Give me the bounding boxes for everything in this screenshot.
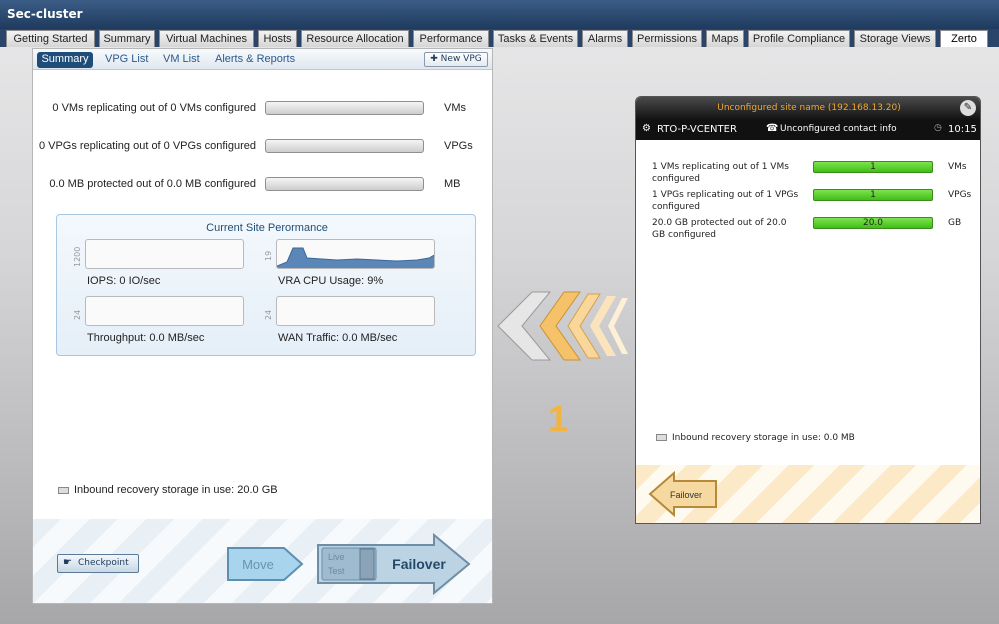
vpgs-status-text: 0 VPGs replicating out of 0 VPGs configu… [38, 140, 256, 152]
vms-unit: VMs [444, 102, 466, 114]
checkpoint-label: Checkpoint [78, 558, 129, 568]
subtab-vm-list[interactable]: VM List [163, 52, 200, 68]
iops-label: IOPS: 0 IO/sec [87, 275, 161, 287]
local-site-panel: Summary VPG List VM List Alerts & Report… [32, 48, 493, 604]
tab-tasks-events[interactable]: Tasks & Events [493, 30, 578, 47]
wrench-icon[interactable]: ✎ [960, 100, 976, 116]
remote-vms-progress-bar: 1 [813, 161, 933, 173]
remote-storage-status: Inbound recovery storage in use: 0.0 MB [656, 433, 855, 443]
tab-profile-compliance[interactable]: Profile Compliance [748, 30, 850, 47]
main-tab-strip: Getting Started Summary Virtual Machines… [0, 29, 999, 47]
tab-hosts[interactable]: Hosts [258, 30, 297, 47]
remote-gb-progress-bar: 20.0 [813, 217, 933, 229]
remote-failover-button[interactable]: Failover [648, 471, 718, 517]
failover-label: Failover [392, 556, 446, 572]
remote-vpgs-text: 1 VPGs replicating out of 1 VPGs configu… [652, 190, 799, 212]
mb-unit: MB [444, 178, 461, 190]
window-title: Sec-cluster [0, 0, 999, 29]
wan-axis-label: 24 [264, 309, 273, 320]
tab-alarms[interactable]: Alarms [582, 30, 628, 47]
checkpoint-icon: ☛ [63, 557, 72, 568]
plus-icon: ✚ [430, 54, 438, 64]
zerto-subtabs: Summary VPG List VM List Alerts & Report… [33, 49, 492, 70]
cpu-usage-label: VRA CPU Usage: 9% [278, 275, 384, 287]
vpgs-unit: VPGs [444, 140, 473, 152]
vpgs-status-row: 0 VPGs replicating out of 0 VPGs configu… [33, 139, 492, 155]
remote-gb-text: 20.0 GB protected out of 20.0 GB configu… [652, 218, 787, 240]
subtab-vpg-list[interactable]: VPG List [105, 52, 148, 68]
mb-progress-bar [265, 177, 424, 191]
mb-status-row: 0.0 MB protected out of 0.0 MB configure… [33, 177, 492, 193]
cpu-axis-label: 19 [264, 250, 273, 261]
live-option[interactable]: Live [328, 552, 345, 562]
subtab-alerts-reports[interactable]: Alerts & Reports [215, 52, 295, 68]
remote-gb-unit: GB [948, 218, 962, 228]
remote-vpgs-unit: VPGs [948, 190, 972, 200]
remote-site-header: Unconfigured site name (192.168.13.20) ✎ [636, 97, 980, 120]
mb-status-text: 0.0 MB protected out of 0.0 MB configure… [49, 178, 256, 190]
remote-site-info-bar: ⚙ RTO-P-VCENTER ☎ Unconfigured contact i… [636, 120, 980, 140]
throughput-label: Throughput: 0.0 MB/sec [87, 332, 205, 344]
clock-icon: ◷ [934, 123, 942, 133]
tab-permissions[interactable]: Permissions [632, 30, 702, 47]
tab-storage-views[interactable]: Storage Views [854, 30, 936, 47]
vms-status-row: 0 VMs replicating out of 0 VMs configure… [33, 101, 492, 117]
direction-vpg-count: 1 [548, 398, 569, 439]
site-performance-box: Current Site Perormance 1200 IOPS: 0 IO/… [56, 214, 476, 356]
move-label: Move [242, 557, 274, 572]
storage-legend-swatch [58, 486, 69, 494]
tab-performance[interactable]: Performance [413, 30, 489, 47]
remote-storage-legend-swatch [656, 434, 667, 441]
remote-failover-label: Failover [670, 490, 702, 500]
remote-storage-text: Inbound recovery storage in use: 0.0 MB [672, 433, 855, 443]
vpgs-progress-bar [265, 139, 424, 153]
tab-getting-started[interactable]: Getting Started [6, 30, 95, 47]
local-storage-text: Inbound recovery storage in use: 20.0 GB [74, 484, 278, 496]
throughput-axis-label: 24 [73, 309, 82, 320]
failover-button[interactable]: Live Test Failover [316, 533, 471, 595]
test-option[interactable]: Test [328, 566, 345, 576]
remote-contact-info: Unconfigured contact info [780, 124, 897, 134]
wan-traffic-label: WAN Traffic: 0.0 MB/sec [278, 332, 398, 344]
new-vpg-button[interactable]: ✚ New VPG [424, 52, 488, 67]
remote-vms-unit: VMs [948, 162, 967, 172]
remote-time: 10:15 [948, 124, 977, 135]
vms-status-text: 0 VMs replicating out of 0 VMs configure… [52, 102, 256, 114]
tab-zerto[interactable]: Zerto [940, 30, 988, 47]
iops-axis-label: 1200 [73, 246, 82, 267]
local-storage-status: Inbound recovery storage in use: 20.0 GB [58, 484, 278, 496]
iops-graph [85, 239, 244, 269]
performance-title: Current Site Perormance [206, 222, 328, 234]
remote-vcenter-name: RTO-P-VCENTER [657, 124, 737, 135]
cpu-graph [276, 239, 435, 269]
vcenter-icon: ⚙ [642, 123, 651, 134]
phone-icon: ☎ [766, 123, 779, 134]
subtab-summary[interactable]: Summary [37, 52, 93, 68]
remote-site-name: Unconfigured site name (192.168.13.20) [717, 103, 901, 113]
remote-vms-text: 1 VMs replicating out of 1 VMs configure… [652, 162, 789, 184]
tab-resource-allocation[interactable]: Resource Allocation [301, 30, 409, 47]
vms-progress-bar [265, 101, 424, 115]
cpu-usage-sparkline [277, 247, 434, 268]
replication-direction-arrows [497, 291, 628, 361]
throughput-graph [85, 296, 244, 326]
remote-vpgs-progress-bar: 1 [813, 189, 933, 201]
tab-summary[interactable]: Summary [99, 30, 155, 47]
checkpoint-button[interactable]: ☛ Checkpoint [57, 554, 139, 573]
new-vpg-label: New VPG [440, 54, 482, 64]
tab-maps[interactable]: Maps [706, 30, 744, 47]
tab-virtual-machines[interactable]: Virtual Machines [159, 30, 254, 47]
remote-site-panel: Unconfigured site name (192.168.13.20) ✎… [635, 96, 981, 524]
wan-traffic-graph [276, 296, 435, 326]
move-button[interactable]: Move [226, 546, 304, 582]
